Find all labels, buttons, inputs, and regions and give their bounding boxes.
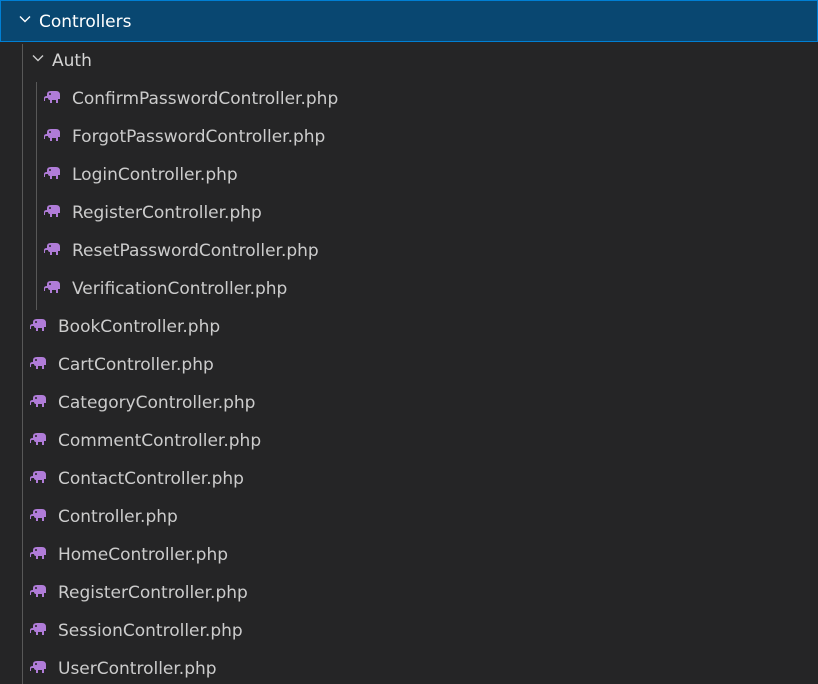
file-label: LoginController.php [72, 165, 238, 185]
file-row[interactable]: ForgotPasswordController.php [0, 118, 818, 156]
file-row[interactable]: CommentController.php [0, 422, 818, 460]
php-elephant-icon [30, 432, 48, 446]
chevron-down-icon [32, 52, 44, 64]
file-row[interactable]: VerificationController.php [0, 270, 818, 308]
file-explorer: Controllers Auth ConfirmPasswordControll… [0, 0, 818, 684]
auth-file-list: ConfirmPasswordController.php ForgotPassw… [0, 80, 818, 308]
chevron-down-icon [19, 13, 31, 25]
file-label: SessionController.php [58, 621, 243, 641]
php-elephant-icon [44, 128, 62, 142]
file-row[interactable]: ResetPasswordController.php [0, 232, 818, 270]
php-elephant-icon [30, 394, 48, 408]
php-elephant-icon [44, 280, 62, 294]
php-elephant-icon [30, 660, 48, 674]
file-label: ContactController.php [58, 469, 244, 489]
file-row[interactable]: ContactController.php [0, 460, 818, 498]
file-label: RegisterController.php [72, 203, 262, 223]
file-label: Controller.php [58, 507, 178, 527]
file-row[interactable]: ConfirmPasswordController.php [0, 80, 818, 118]
php-elephant-icon [30, 356, 48, 370]
file-row[interactable]: HomeController.php [0, 536, 818, 574]
php-elephant-icon [44, 166, 62, 180]
file-label: CategoryController.php [58, 393, 256, 413]
file-row[interactable]: RegisterController.php [0, 194, 818, 232]
php-elephant-icon [30, 470, 48, 484]
file-label: HomeController.php [58, 545, 229, 565]
folder-controllers[interactable]: Controllers [0, 0, 818, 42]
php-elephant-icon [30, 584, 48, 598]
file-label: ResetPasswordController.php [72, 241, 319, 261]
file-label: VerificationController.php [72, 279, 288, 299]
folder-label: Controllers [39, 12, 132, 32]
php-elephant-icon [44, 90, 62, 104]
file-row[interactable]: Controller.php [0, 498, 818, 536]
file-row[interactable]: LoginController.php [0, 156, 818, 194]
file-row[interactable]: CartController.php [0, 346, 818, 384]
file-label: ForgotPasswordController.php [72, 127, 326, 147]
file-label: ConfirmPasswordController.php [72, 89, 339, 109]
php-elephant-icon [30, 318, 48, 332]
file-row[interactable]: BookController.php [0, 308, 818, 346]
file-label: BookController.php [58, 317, 221, 337]
file-row[interactable]: UserController.php [0, 650, 818, 684]
file-row[interactable]: SessionController.php [0, 612, 818, 650]
file-row[interactable]: RegisterController.php [0, 574, 818, 612]
php-elephant-icon [30, 622, 48, 636]
php-elephant-icon [44, 242, 62, 256]
file-label: RegisterController.php [58, 583, 248, 603]
file-row[interactable]: CategoryController.php [0, 384, 818, 422]
php-elephant-icon [30, 508, 48, 522]
file-label: UserController.php [58, 659, 217, 679]
php-elephant-icon [44, 204, 62, 218]
folder-label: Auth [52, 51, 92, 71]
php-elephant-icon [30, 546, 48, 560]
file-label: CommentController.php [58, 431, 262, 451]
file-label: CartController.php [58, 355, 214, 375]
controllers-file-list: BookController.php CartController.php Cate… [0, 308, 818, 684]
folder-auth[interactable]: Auth [0, 42, 818, 80]
